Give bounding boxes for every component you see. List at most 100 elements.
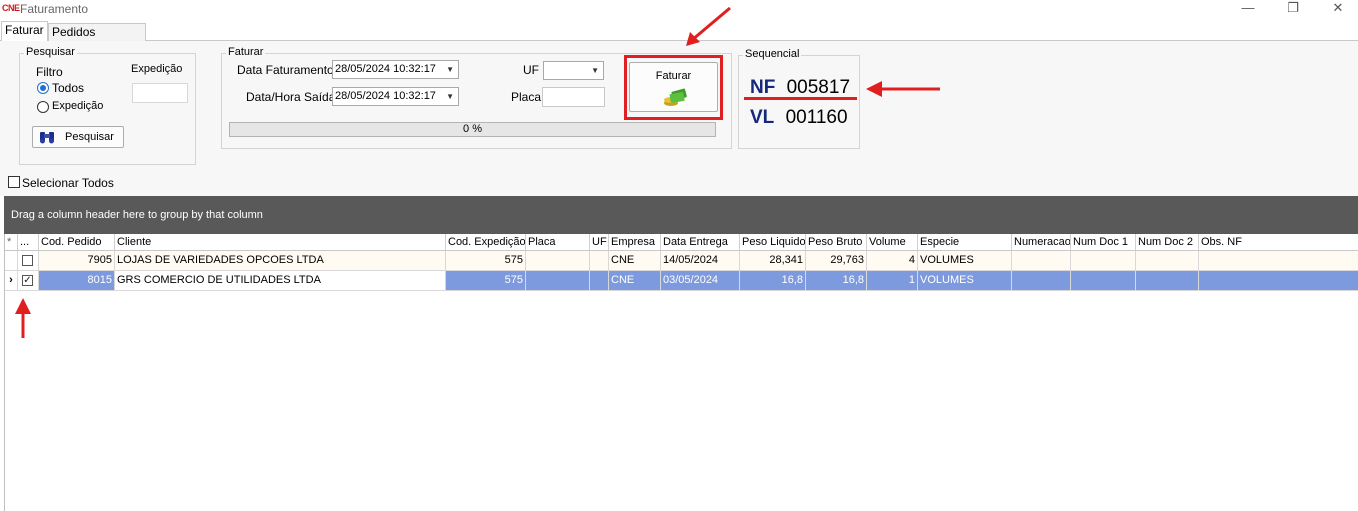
radio-todos[interactable] (37, 82, 49, 94)
cell-peso-liquido[interactable]: 28,341 (740, 251, 806, 271)
cell-num-doc-2[interactable] (1136, 251, 1199, 271)
column-header-peso-liquido[interactable]: Peso Liquido (740, 234, 806, 251)
cell-num-doc-2[interactable] (1136, 271, 1199, 291)
cell-num-doc-1[interactable] (1071, 251, 1136, 271)
tab-faturar[interactable]: Faturar (1, 21, 48, 42)
cell-obs-nf[interactable] (1199, 251, 1358, 271)
filter-panel: Pesquisar Filtro Todos Expedição Expediç… (0, 41, 1358, 196)
cell-empresa[interactable]: CNE (609, 251, 661, 271)
close-button[interactable]: ✕ (1318, 0, 1358, 17)
select-all-checkbox[interactable] (8, 176, 20, 188)
column-header-cod-pedido[interactable]: Cod. Pedido (39, 234, 115, 251)
column-header-empresa[interactable]: Empresa (609, 234, 661, 251)
sequencial-group: Sequencial (738, 48, 860, 149)
faturar-button[interactable]: Faturar (629, 62, 718, 112)
radio-expedicao-label[interactable]: Expedição (52, 100, 103, 112)
select-all-label[interactable]: Selecionar Todos (22, 176, 114, 190)
column-header-volume[interactable]: Volume (867, 234, 918, 251)
radio-todos-label[interactable]: Todos (52, 81, 84, 95)
column-header-obs-nf[interactable]: Obs. NF (1199, 234, 1358, 251)
pesquisar-button-label: Pesquisar (65, 131, 114, 143)
nf-underline (744, 97, 857, 100)
table-row[interactable]: 7905 LOJAS DE VARIEDADES OPCOES LTDA 575… (5, 251, 1358, 271)
faturar-button-label: Faturar (655, 70, 692, 82)
nf-value: 005817 (786, 77, 851, 98)
column-header-cod-expedicao[interactable]: Cod. Expedição (446, 234, 526, 251)
pesquisar-group: Pesquisar Filtro Todos Expedição Expediç… (19, 46, 196, 165)
data-faturamento-value: 28/05/2024 10:32:17 (335, 63, 436, 75)
pesquisar-button[interactable]: Pesquisar (32, 126, 124, 148)
column-header-num-doc-1[interactable]: Num Doc 1 (1071, 234, 1136, 251)
data-saida-value: 28/05/2024 10:32:17 (335, 90, 436, 102)
cell-cod-pedido[interactable]: 8015 (39, 271, 115, 291)
column-header-cliente[interactable]: Cliente (115, 234, 446, 251)
orders-grid: * ... Cod. Pedido Cliente Cod. Expedição… (4, 234, 1358, 511)
cell-placa[interactable] (526, 251, 590, 271)
vl-value: 001160 (785, 107, 848, 128)
cell-peso-bruto[interactable]: 16,8 (806, 271, 867, 291)
row-checkbox[interactable]: ✓ (22, 275, 33, 286)
cell-peso-liquido[interactable]: 16,8 (740, 271, 806, 291)
table-row[interactable]: › ✓ 8015 GRS COMERCIO DE UTILIDADES LTDA… (5, 271, 1358, 291)
row-select-cell[interactable]: ✓ (18, 271, 39, 291)
cell-peso-bruto[interactable]: 29,763 (806, 251, 867, 271)
cell-obs-nf[interactable] (1199, 271, 1358, 291)
row-checkbox[interactable] (22, 255, 33, 266)
data-faturamento-label: Data Faturamento (237, 63, 334, 77)
cell-uf[interactable] (590, 271, 609, 291)
column-header-new-row[interactable]: * (5, 234, 18, 251)
cell-data-entrega[interactable]: 03/05/2024 (661, 271, 740, 291)
tab-strip: Faturar Pedidos Faturados (0, 20, 1358, 55)
uf-label: UF (523, 63, 539, 77)
minimize-button[interactable]: — (1228, 0, 1268, 17)
cell-cliente[interactable]: GRS COMERCIO DE UTILIDADES LTDA (115, 271, 446, 291)
data-faturamento-picker[interactable]: 28/05/2024 10:32:17 ▼ (332, 60, 459, 79)
group-by-panel[interactable]: Drag a column header here to group by th… (4, 196, 1358, 234)
window-title: Faturamento (20, 2, 89, 16)
row-indicator: › (5, 271, 18, 291)
cell-uf[interactable] (590, 251, 609, 271)
progress-text: 0 % (463, 123, 482, 135)
cell-volume[interactable]: 1 (867, 271, 918, 291)
tab-pedidos-faturados[interactable]: Pedidos Faturados (48, 23, 146, 55)
placa-input[interactable] (542, 87, 605, 107)
annotation-arrow-checkbox (15, 298, 31, 338)
column-header-num-doc-2[interactable]: Num Doc 2 (1136, 234, 1199, 251)
cell-data-entrega[interactable]: 14/05/2024 (661, 251, 740, 271)
cell-volume[interactable]: 4 (867, 251, 918, 271)
annotation-arrow-nf (866, 81, 940, 97)
cell-especie[interactable]: VOLUMES (918, 251, 1012, 271)
column-header-uf[interactable]: UF (590, 234, 609, 251)
cell-numeracao[interactable] (1012, 251, 1071, 271)
column-header-peso-bruto[interactable]: Peso Bruto (806, 234, 867, 251)
binoculars-icon (40, 132, 54, 144)
cell-cliente[interactable]: LOJAS DE VARIEDADES OPCOES LTDA (115, 251, 446, 271)
cell-empresa[interactable]: CNE (609, 271, 661, 291)
cell-numeracao[interactable] (1012, 271, 1071, 291)
uf-select[interactable]: ▼ (543, 61, 604, 80)
column-header-data-entrega[interactable]: Data Entrega (661, 234, 740, 251)
vl-row: VL 001160 (750, 107, 848, 129)
maximize-button[interactable]: ❐ (1273, 0, 1313, 17)
column-header-especie[interactable]: Especie (918, 234, 1012, 251)
expedicao-label: Expedição (131, 63, 183, 75)
data-saida-picker[interactable]: 28/05/2024 10:32:17 ▼ (332, 87, 459, 106)
nf-row: NF 005817 (750, 77, 850, 99)
cell-cod-expedicao[interactable]: 575 (446, 271, 526, 291)
sequencial-group-title: Sequencial (743, 48, 802, 60)
cell-cod-pedido[interactable]: 7905 (39, 251, 115, 271)
cell-placa[interactable] (526, 271, 590, 291)
filtro-label: Filtro (36, 65, 63, 79)
column-header-numeracao[interactable]: Numeracao (1012, 234, 1071, 251)
cell-cod-expedicao[interactable]: 575 (446, 251, 526, 271)
expedicao-input[interactable] (132, 83, 188, 103)
annotation-arrow-faturar (686, 6, 731, 46)
column-header-placa[interactable]: Placa (526, 234, 590, 251)
column-header-select[interactable]: ... (18, 234, 39, 251)
faturar-group-title: Faturar (226, 46, 266, 58)
cell-especie[interactable]: VOLUMES (918, 271, 1012, 291)
cell-num-doc-1[interactable] (1071, 271, 1136, 291)
row-select-cell[interactable] (18, 251, 39, 271)
radio-expedicao[interactable] (37, 101, 49, 113)
data-saida-label: Data/Hora Saída (246, 90, 336, 104)
